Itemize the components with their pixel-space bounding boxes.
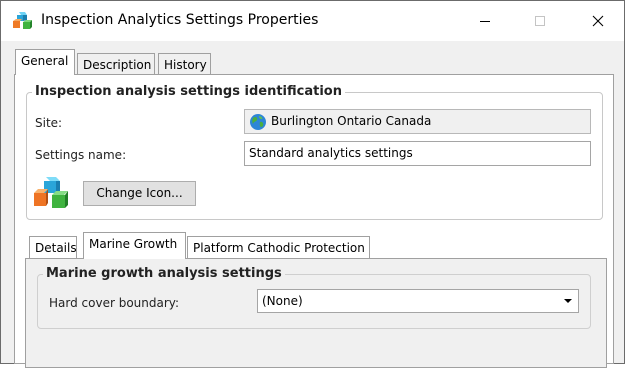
app-cubes-icon [13,12,32,29]
close-icon [592,15,604,27]
properties-window: Inspection Analytics Settings Properties… [0,0,625,368]
marine-growth-tab-page: Marine growth analysis settings Hard cov… [25,258,607,368]
tab-details[interactable]: Details [29,236,77,258]
settings-name-input[interactable]: Standard analytics settings [244,141,591,166]
hard-cover-boundary-value: (None) [262,294,303,308]
settings-name-label: Settings name: [35,148,127,162]
dropdown-arrow-icon[interactable] [558,290,578,312]
tab-platform-cathodic-protection[interactable]: Platform Cathodic Protection [187,236,370,258]
hard-cover-boundary-select[interactable]: (None) [257,289,579,313]
minimize-button[interactable] [462,1,508,41]
settings-cubes-icon [34,177,68,208]
window-title: Inspection Analytics Settings Properties [41,12,319,28]
hard-cover-boundary-label: Hard cover boundary: [49,296,180,310]
dialog-body: General Description History Inspection a… [1,41,624,368]
globe-icon [250,114,266,130]
tab-history[interactable]: History [158,53,211,75]
close-button[interactable] [575,1,621,41]
maximize-icon [535,16,545,26]
tab-marine-growth[interactable]: Marine Growth [83,232,186,259]
tab-general[interactable]: General [15,49,75,75]
minimize-icon [480,21,490,22]
marine-growth-group-title: Marine growth analysis settings [43,266,285,281]
site-label: Site: [35,116,63,130]
site-field: Burlington Ontario Canada [244,109,591,134]
tab-description[interactable]: Description [77,53,155,75]
identification-group-title: Inspection analysis settings identificat… [32,84,345,99]
maximize-button[interactable] [517,1,563,41]
change-icon-button[interactable]: Change Icon... [83,181,196,206]
title-bar: Inspection Analytics Settings Properties [1,1,624,41]
general-tab-page: Inspection analysis settings identificat… [14,74,614,368]
site-value: Burlington Ontario Canada [271,114,432,128]
